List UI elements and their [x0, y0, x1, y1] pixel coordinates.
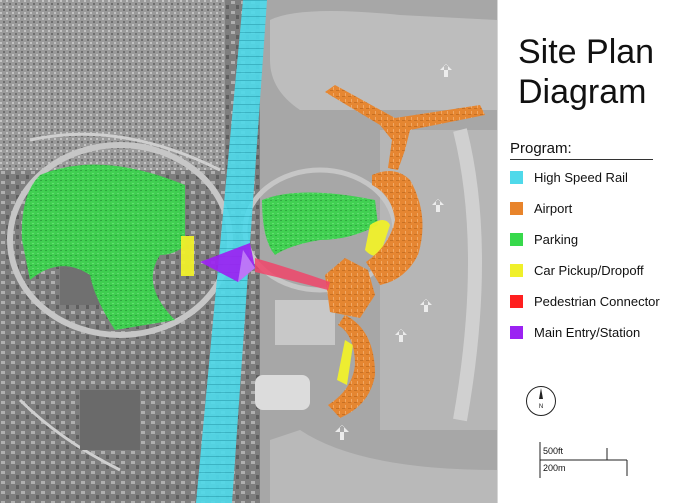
site-plan-map	[0, 0, 497, 503]
north-arrow-icon: N	[525, 385, 557, 417]
panel-divider	[497, 0, 498, 503]
swatch-car-pickup	[510, 264, 523, 277]
title-line-1: Site Plan	[518, 33, 655, 71]
scale-label-imperial: 500ft	[543, 446, 564, 456]
legend-label: Parking	[534, 232, 579, 247]
aerial-photo	[0, 0, 497, 503]
page-title: Site Plan Diagram	[518, 32, 678, 112]
swatch-main-entry	[510, 326, 523, 339]
legend-heading-rule	[510, 159, 653, 160]
legend-label: Airport	[534, 201, 573, 216]
legend-label: High Speed Rail	[534, 170, 628, 185]
legend-heading: Program:	[510, 140, 572, 157]
swatch-parking	[510, 233, 523, 246]
legend-label: Main Entry/Station	[534, 325, 641, 340]
north-label: N	[539, 404, 543, 410]
swatch-high-speed-rail	[510, 171, 523, 184]
title-line-2: Diagram	[518, 73, 647, 111]
pickup-zone-west	[181, 236, 194, 276]
scale-label-metric: 200m	[543, 463, 566, 473]
legend-label: Car Pickup/Dropoff	[534, 263, 644, 278]
legend-label: Pedestrian Connector	[534, 294, 660, 309]
swatch-pedestrian-connector	[510, 295, 523, 308]
scale-bar: 500ft 200m	[539, 442, 639, 478]
swatch-airport	[510, 202, 523, 215]
